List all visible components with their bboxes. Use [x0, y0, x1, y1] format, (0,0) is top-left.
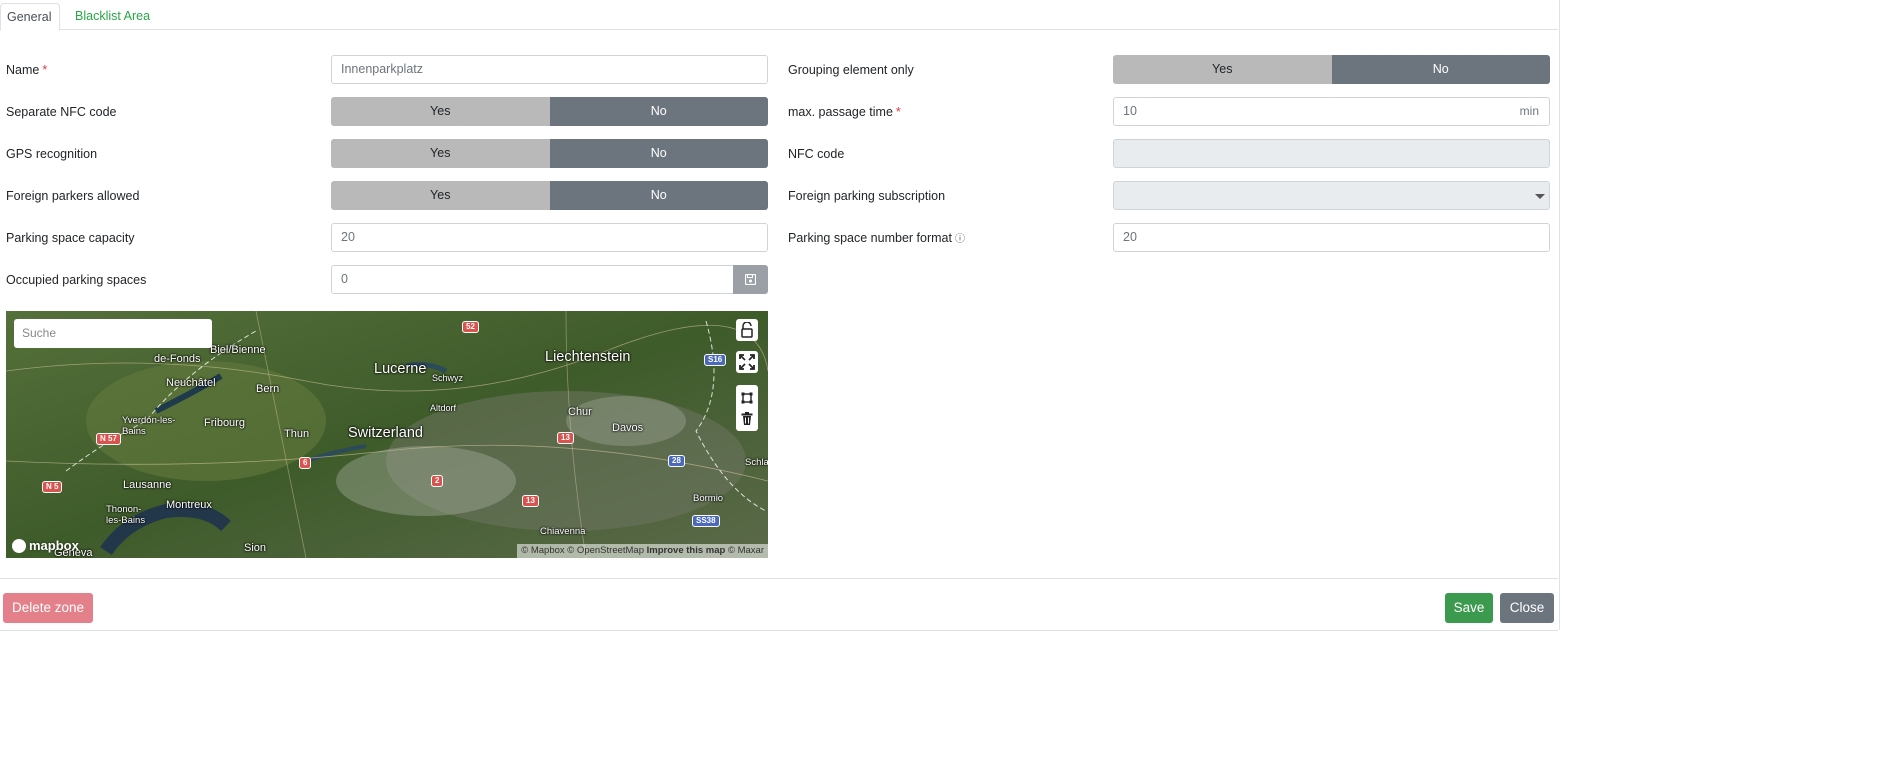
tab-bar: General Blacklist Area: [0, 0, 1558, 31]
foreign-parkers-toggle: Yes No: [331, 181, 768, 210]
trash-icon[interactable]: [741, 411, 753, 425]
separate-nfc-yes-button[interactable]: Yes: [331, 97, 550, 126]
road-shield: SS38: [692, 515, 720, 527]
mapbox-logo-text: mapbox: [29, 538, 79, 553]
nfc-code-label: NFC code: [788, 147, 845, 161]
grouping-toggle: Yes No: [1113, 55, 1550, 84]
floppy-disk-icon: [745, 274, 756, 285]
passage-time-label: max. passage time *: [788, 105, 901, 119]
road-shield: 28: [668, 455, 685, 467]
occupied-input[interactable]: 0: [331, 265, 734, 294]
foreign-parkers-no-button[interactable]: No: [549, 181, 768, 210]
map-label-schwyz: Schwyz: [432, 373, 464, 383]
map-attribution: © Mapbox © OpenStreetMap Improve this ma…: [517, 544, 768, 558]
map[interactable]: Liechtenstein Lucerne Switzerland Bern N…: [6, 311, 768, 558]
modal-bottom-border: [0, 630, 1558, 631]
modal-right-border: [1559, 0, 1560, 630]
map-label-thun: Thun: [284, 428, 310, 440]
number-format-input[interactable]: 20: [1113, 223, 1550, 252]
separate-nfc-label: Separate NFC code: [6, 105, 117, 119]
attribution-text[interactable]: © Mapbox © OpenStreetMap: [521, 545, 644, 556]
map-label-yverdon: Yverdon-les-Bains: [122, 415, 176, 437]
map-label-schla: Schla: [745, 457, 768, 468]
improve-map-link[interactable]: Improve this map: [647, 545, 726, 556]
fullscreen-icon: [739, 354, 755, 370]
unlock-icon: [741, 322, 753, 338]
road-shield: N 5: [42, 481, 63, 493]
map-draw-controls: [736, 385, 758, 431]
gps-yes-button[interactable]: Yes: [331, 139, 550, 168]
map-label-bern: Bern: [256, 383, 280, 395]
road-shield: 6: [299, 457, 312, 469]
save-occupied-button[interactable]: [733, 265, 768, 294]
map-search-input[interactable]: Suche: [14, 319, 212, 348]
required-mark: *: [42, 63, 48, 77]
gps-toggle: Yes No: [331, 139, 768, 168]
map-label-montreux: Montreux: [166, 499, 212, 511]
separate-nfc-no-button[interactable]: No: [549, 97, 768, 126]
road-shield: 52: [462, 321, 479, 333]
tab-blacklist-area[interactable]: Blacklist Area: [69, 3, 156, 31]
info-icon[interactable]: ⓘ: [955, 234, 965, 245]
map-label-neuchatel: Neuchâtel: [166, 377, 216, 389]
mapbox-logo-mark: [12, 538, 26, 553]
polygon-icon[interactable]: [741, 392, 753, 404]
mapbox-logo: mapbox: [12, 538, 79, 553]
map-label-chur: Chur: [568, 406, 592, 418]
foreign-parkers-yes-button[interactable]: Yes: [331, 181, 550, 210]
name-input[interactable]: Innenparkplatz: [331, 55, 768, 84]
number-format-label: Parking space number format ⓘ: [788, 231, 965, 245]
separate-nfc-toggle: Yes No: [331, 97, 768, 126]
maxar-attribution[interactable]: © Maxar: [728, 545, 764, 556]
map-label-biel: Biel/Bienne: [210, 344, 266, 356]
road-shield: 13: [557, 432, 574, 444]
occupied-label: Occupied parking spaces: [6, 273, 147, 287]
road-shield: S16: [704, 354, 727, 366]
gps-label: GPS recognition: [6, 147, 98, 161]
map-label-altdorf: Altdorf: [430, 403, 457, 413]
map-label-fribourg: Fribourg: [204, 417, 245, 429]
grouping-no-button[interactable]: No: [1331, 55, 1550, 84]
map-label-bormio: Bormio: [693, 493, 724, 504]
map-lock-button[interactable]: [736, 319, 758, 341]
tab-general[interactable]: General: [0, 3, 60, 31]
grouping-yes-button[interactable]: Yes: [1113, 55, 1332, 84]
foreign-subscription-label: Foreign parking subscription: [788, 189, 946, 203]
footer-divider: [0, 578, 1558, 579]
road-shield: 2: [431, 475, 444, 487]
map-fullscreen-button[interactable]: [736, 351, 758, 373]
passage-time-input[interactable]: 10 min: [1113, 97, 1550, 126]
map-label-sion: Sion: [244, 542, 267, 554]
road-shield: 13: [522, 495, 539, 507]
passage-time-value: 10: [1123, 104, 1137, 118]
map-label-lucerne: Lucerne: [374, 361, 427, 377]
nfc-code-input: [1113, 139, 1550, 168]
save-button[interactable]: Save: [1445, 593, 1493, 623]
capacity-label: Parking space capacity: [6, 231, 135, 245]
name-label: Name *: [6, 63, 48, 77]
map-label-chaux-de-fonds: de-Fonds: [154, 353, 201, 365]
map-label-chiavenna: Chiavenna: [540, 526, 586, 537]
capacity-input[interactable]: 20: [331, 223, 768, 252]
map-label-lausanne: Lausanne: [123, 479, 172, 491]
foreign-subscription-select[interactable]: [1113, 181, 1550, 210]
road-shield: N 57: [96, 433, 121, 445]
grouping-label: Grouping element only: [788, 63, 914, 77]
close-button[interactable]: Close: [1500, 593, 1554, 623]
gps-no-button[interactable]: No: [549, 139, 768, 168]
passage-time-unit: min: [1519, 104, 1539, 118]
map-label-thonon: Thonon-les-Bains: [106, 504, 146, 526]
map-label-davos: Davos: [612, 422, 644, 434]
chevron-down-icon: [1535, 194, 1545, 199]
foreign-parkers-label: Foreign parkers allowed: [6, 189, 140, 203]
map-label-switzerland: Switzerland: [348, 425, 423, 441]
map-label-liechtenstein: Liechtenstein: [545, 349, 631, 365]
required-mark: *: [895, 105, 901, 119]
delete-zone-button[interactable]: Delete zone: [3, 593, 93, 623]
